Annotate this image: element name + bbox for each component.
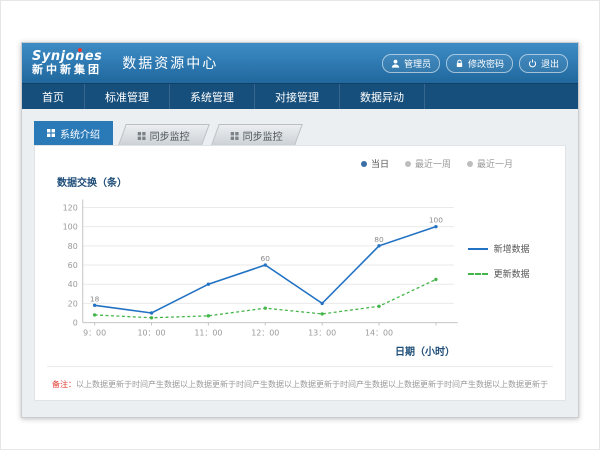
range-last-month[interactable]: 最近一月 (467, 157, 513, 170)
logout-button[interactable]: 退出 (519, 54, 568, 73)
nav-item-system-mgmt[interactable]: 系统管理 (170, 84, 255, 109)
content-area: 系统介绍 同步监控 同步监控 (22, 109, 578, 413)
tab-sync-monitor-1-label: 同步监控 (150, 128, 190, 143)
range-last-week[interactable]: 最近一周 (405, 157, 451, 170)
svg-text:20: 20 (68, 299, 78, 308)
admin-button[interactable]: 管理员 (382, 54, 440, 73)
svg-text:18: 18 (90, 294, 100, 303)
range-last-month-label: 最近一月 (477, 157, 513, 170)
series-legend: 新增数据 更新数据 (468, 242, 553, 280)
dot-icon (361, 161, 367, 167)
screenshot-canvas: Synjones 新中新集团 数据资源中心 管理员 修改密码 退出 (0, 0, 600, 450)
logo-red-dot-icon (78, 48, 82, 52)
tab-bar: 系统介绍 同步监控 同步监控 (34, 121, 566, 145)
footnote: 备注：以上数据更新于时间产生数据以上数据更新于时间产生数据以上数据更新于时间产生… (47, 366, 553, 390)
svg-text:100: 100 (429, 216, 443, 225)
change-password-label: 修改密码 (468, 57, 504, 70)
change-password-button[interactable]: 修改密码 (446, 54, 513, 73)
svg-text:60: 60 (68, 261, 78, 270)
legend-updated-data[interactable]: 更新数据 (468, 267, 553, 280)
svg-text:0: 0 (73, 319, 78, 328)
svg-text:9：00: 9：00 (83, 328, 106, 337)
logout-label: 退出 (541, 57, 559, 70)
svg-text:60: 60 (261, 254, 271, 263)
tab-sync-monitor-2-label: 同步监控 (243, 128, 283, 143)
admin-button-label: 管理员 (404, 57, 431, 70)
chart-row: 0 20 40 60 80 100 120 9：00 10：00 11：00 12：00 13：00 1… (47, 189, 553, 347)
nav-item-home[interactable]: 首页 (22, 84, 85, 109)
svg-text:80: 80 (68, 242, 78, 251)
grid-icon (231, 131, 239, 139)
range-today-label: 当日 (371, 157, 389, 170)
tab-system-intro[interactable]: 系统介绍 (34, 121, 113, 145)
svg-text:80: 80 (374, 235, 384, 244)
svg-text:120: 120 (63, 203, 78, 212)
dot-icon (467, 161, 473, 167)
line-sample-solid-icon (468, 248, 488, 250)
grid-icon (47, 129, 55, 137)
grid-icon (138, 131, 146, 139)
app-header: Synjones 新中新集团 数据资源中心 管理员 修改密码 退出 (22, 43, 578, 83)
legend-new-data-label: 新增数据 (494, 242, 530, 255)
svg-text:11：00: 11：00 (194, 328, 222, 337)
logo-subtitle: 新中新集团 (32, 64, 102, 76)
main-nav: 首页 标准管理 系统管理 对接管理 数据异动 (22, 83, 578, 109)
dot-icon (405, 161, 411, 167)
nav-item-integration-mgmt[interactable]: 对接管理 (255, 84, 340, 109)
y-axis-title: 数据交换（条） (57, 174, 553, 189)
legend-updated-data-label: 更新数据 (494, 267, 530, 280)
user-icon (391, 59, 400, 68)
svg-text:100: 100 (63, 223, 78, 232)
svg-text:10：00: 10：00 (137, 328, 165, 337)
svg-text:13：00: 13：00 (308, 328, 336, 337)
footnote-prefix: 备注： (52, 380, 76, 389)
range-legend: 当日 最近一周 最近一月 (47, 154, 553, 170)
logo: Synjones 新中新集团 (32, 50, 102, 76)
nav-item-data-change[interactable]: 数据异动 (340, 84, 425, 109)
lock-icon (455, 59, 464, 68)
tab-sync-monitor-1[interactable]: 同步监控 (118, 124, 210, 145)
logo-wordmark: Synjones (32, 49, 102, 64)
chart-panel: 当日 最近一周 最近一月 数据交换（条） 0 20 40 60 80 100 120 9：00… (34, 145, 566, 401)
svg-text:40: 40 (68, 280, 78, 289)
header-actions: 管理员 修改密码 退出 (382, 54, 568, 73)
svg-text:12：00: 12：00 (251, 328, 279, 337)
power-icon (528, 59, 537, 68)
line-chart: 0 20 40 60 80 100 120 9：00 10：00 11：00 12：00 13：00 1… (47, 189, 468, 347)
svg-text:14：00: 14：00 (365, 328, 393, 337)
nav-item-standard-mgmt[interactable]: 标准管理 (85, 84, 170, 109)
range-today[interactable]: 当日 (361, 157, 389, 170)
app-window: Synjones 新中新集团 数据资源中心 管理员 修改密码 退出 (21, 42, 579, 418)
footnote-text: 以上数据更新于时间产生数据以上数据更新于时间产生数据以上数据更新于时间产生数据以… (76, 380, 548, 389)
tab-sync-monitor-2[interactable]: 同步监控 (211, 124, 303, 145)
tab-system-intro-label: 系统介绍 (60, 126, 100, 141)
line-sample-dashed-icon (468, 273, 488, 275)
page-title: 数据资源中心 (122, 53, 218, 73)
logo-text: Synjones (32, 50, 102, 64)
range-last-week-label: 最近一周 (415, 157, 451, 170)
legend-new-data[interactable]: 新增数据 (468, 242, 553, 255)
